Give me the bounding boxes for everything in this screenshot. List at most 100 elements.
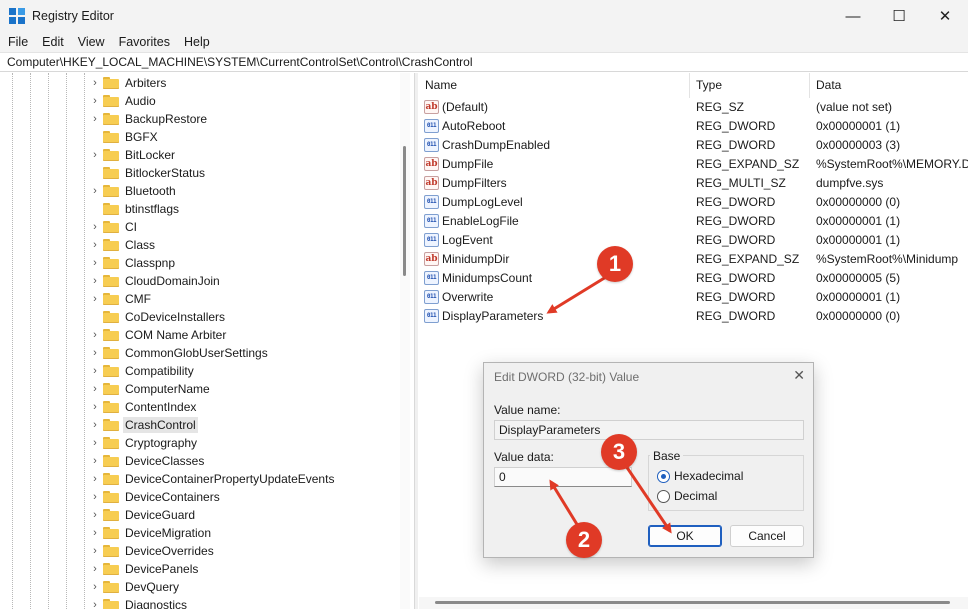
chevron-right-icon[interactable]: ›	[90, 290, 100, 308]
tree-item[interactable]: ›COM Name Arbiter	[90, 326, 228, 344]
chevron-right-icon[interactable]: ›	[90, 344, 100, 362]
menu-view[interactable]: View	[71, 32, 112, 52]
tree-item[interactable]: ›Audio	[90, 92, 158, 110]
tree-item[interactable]: ›DeviceMigration	[90, 524, 213, 542]
minimize-button[interactable]: —	[830, 0, 876, 32]
chevron-right-icon[interactable]: ›	[90, 416, 100, 434]
column-header-type[interactable]: Type	[690, 73, 810, 98]
chevron-right-icon[interactable]: ›	[90, 578, 100, 596]
tree-item[interactable]: BitlockerStatus	[90, 164, 207, 182]
tree-item[interactable]: ›DeviceContainers	[90, 488, 222, 506]
tree-item[interactable]: ›ContentIndex	[90, 398, 198, 416]
value-name: Overwrite	[442, 290, 493, 304]
ok-button[interactable]: OK	[648, 525, 722, 547]
tree-item[interactable]: ›CI	[90, 218, 139, 236]
menu-help[interactable]: Help	[177, 32, 217, 52]
chevron-right-icon[interactable]: ›	[90, 380, 100, 398]
tree-item[interactable]: ›CrashControl	[90, 416, 198, 434]
tree-item[interactable]: ›Compatibility	[90, 362, 196, 380]
chevron-right-icon[interactable]: ›	[90, 470, 100, 488]
tree-item[interactable]: ›DeviceContainerPropertyUpdateEvents	[90, 470, 336, 488]
chevron-right-icon[interactable]: ›	[90, 146, 100, 164]
chevron-right-icon[interactable]: ›	[90, 254, 100, 272]
pane-splitter[interactable]	[414, 73, 418, 609]
tree-item[interactable]: ›BitLocker	[90, 146, 177, 164]
value-row[interactable]: 011EnableLogFileREG_DWORD0x00000001 (1)	[419, 211, 968, 230]
value-row[interactable]: abDumpFiltersREG_MULTI_SZdumpfve.sys	[419, 173, 968, 192]
tree-item[interactable]: ›DeviceGuard	[90, 506, 197, 524]
tree-item[interactable]: ›CMF	[90, 290, 153, 308]
chevron-right-icon[interactable]: ›	[90, 92, 100, 110]
value-data-input[interactable]: 0	[494, 467, 632, 487]
chevron-right-icon[interactable]: ›	[90, 110, 100, 128]
chevron-right-icon[interactable]: ›	[90, 272, 100, 290]
close-button[interactable]: ✕	[922, 0, 968, 32]
value-row[interactable]: 011DumpLogLevelREG_DWORD0x00000000 (0)	[419, 192, 968, 211]
chevron-right-icon[interactable]: ›	[90, 434, 100, 452]
value-row[interactable]: abDumpFileREG_EXPAND_SZ%SystemRoot%\MEMO…	[419, 154, 968, 173]
dialog-close-icon[interactable]: ✕	[793, 367, 805, 384]
tree-item[interactable]: ›BackupRestore	[90, 110, 209, 128]
column-header-data[interactable]: Data	[810, 73, 968, 98]
address-bar[interactable]: Computer\HKEY_LOCAL_MACHINE\SYSTEM\Curre…	[0, 52, 968, 72]
tree-item[interactable]: ›CloudDomainJoin	[90, 272, 222, 290]
list-scrollbar-thumb[interactable]	[435, 601, 950, 604]
menu-favorites[interactable]: Favorites	[112, 32, 177, 52]
menu-file[interactable]: File	[0, 32, 35, 52]
value-row[interactable]: 011OverwriteREG_DWORD0x00000001 (1)	[419, 287, 968, 306]
chevron-right-icon[interactable]: ›	[90, 236, 100, 254]
value-row[interactable]: abMinidumpDirREG_EXPAND_SZ%SystemRoot%\M…	[419, 249, 968, 268]
value-row[interactable]: 011DisplayParametersREG_DWORD0x00000000 …	[419, 306, 968, 325]
dword-value-icon: 011	[424, 290, 439, 304]
chevron-right-icon[interactable]: ›	[90, 488, 100, 506]
tree-item[interactable]: ›Bluetooth	[90, 182, 178, 200]
decimal-radio[interactable]: Decimal	[657, 489, 717, 503]
tree-item[interactable]: ›DevicePanels	[90, 560, 200, 578]
value-row[interactable]: 011MinidumpsCountREG_DWORD0x00000005 (5)	[419, 268, 968, 287]
tree-item[interactable]: ›DeviceClasses	[90, 452, 206, 470]
maximize-button[interactable]: ☐	[876, 0, 922, 32]
chevron-right-icon[interactable]: ›	[90, 362, 100, 380]
tree-item[interactable]: ›Classpnp	[90, 254, 177, 272]
chevron-right-icon[interactable]: ›	[90, 596, 100, 609]
tree-item[interactable]: ›Arbiters	[90, 74, 168, 92]
tree-item[interactable]: btinstflags	[90, 200, 181, 218]
tree-item[interactable]: ›Cryptography	[90, 434, 199, 452]
list-horizontal-scrollbar[interactable]	[419, 597, 968, 609]
radio-checked-icon[interactable]	[657, 470, 670, 483]
tree-item-label: CoDeviceInstallers	[123, 309, 227, 325]
radio-unchecked-icon[interactable]	[657, 490, 670, 503]
hexadecimal-radio[interactable]: Hexadecimal	[657, 469, 743, 483]
chevron-right-icon[interactable]: ›	[90, 560, 100, 578]
tree-item[interactable]: ›DevQuery	[90, 578, 181, 596]
tree-item[interactable]: BGFX	[90, 128, 160, 146]
menu-edit[interactable]: Edit	[35, 32, 71, 52]
chevron-right-icon[interactable]: ›	[90, 542, 100, 560]
value-row[interactable]: 011LogEventREG_DWORD0x00000001 (1)	[419, 230, 968, 249]
tree-item[interactable]: ›CommonGlobUserSettings	[90, 344, 270, 362]
chevron-right-icon[interactable]: ›	[90, 452, 100, 470]
value-row[interactable]: ab(Default)REG_SZ(value not set)	[419, 97, 968, 116]
value-row[interactable]: 011CrashDumpEnabledREG_DWORD0x00000003 (…	[419, 135, 968, 154]
chevron-right-icon[interactable]: ›	[90, 506, 100, 524]
chevron-right-icon[interactable]: ›	[90, 524, 100, 542]
value-row[interactable]: 011AutoRebootREG_DWORD0x00000001 (1)	[419, 116, 968, 135]
tree-leaf-spacer	[90, 128, 100, 146]
chevron-right-icon[interactable]: ›	[90, 182, 100, 200]
chevron-right-icon[interactable]: ›	[90, 218, 100, 236]
chevron-right-icon[interactable]: ›	[90, 74, 100, 92]
tree-item[interactable]: ›Diagnostics	[90, 596, 189, 609]
address-path[interactable]: Computer\HKEY_LOCAL_MACHINE\SYSTEM\Curre…	[0, 55, 473, 69]
dword-value-icon: 011	[424, 214, 439, 228]
tree-item[interactable]: ›ComputerName	[90, 380, 212, 398]
tree-scrollbar-thumb[interactable]	[403, 146, 406, 276]
cancel-button[interactable]: Cancel	[730, 525, 804, 547]
tree-item[interactable]: ›Class	[90, 236, 157, 254]
key-tree-pane[interactable]: ›Arbiters›Audio›BackupRestoreBGFX›BitLoc…	[0, 73, 412, 609]
tree-vertical-scrollbar[interactable]	[400, 73, 410, 609]
chevron-right-icon[interactable]: ›	[90, 398, 100, 416]
tree-item[interactable]: ›DeviceOverrides	[90, 542, 216, 560]
chevron-right-icon[interactable]: ›	[90, 326, 100, 344]
column-header-name[interactable]: Name	[419, 73, 690, 98]
tree-item[interactable]: CoDeviceInstallers	[90, 308, 227, 326]
